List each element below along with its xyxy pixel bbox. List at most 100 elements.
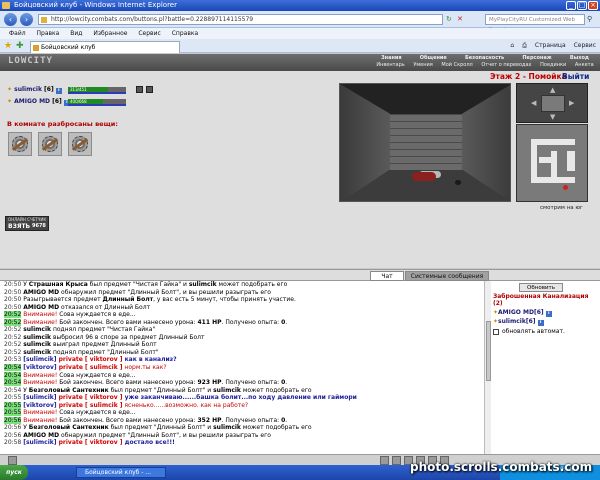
game-nav-link[interactable]: Инвентарь bbox=[376, 62, 404, 69]
game-nav-link[interactable]: Безопасность bbox=[465, 55, 504, 62]
effect-icon[interactable] bbox=[136, 86, 143, 93]
chat-time[interactable]: 20:52 bbox=[4, 349, 21, 356]
chat-scrollbar[interactable] bbox=[484, 281, 491, 454]
menu-tools[interactable]: Сервис bbox=[138, 30, 160, 37]
auto-refresh-label: обновлять автомат. bbox=[502, 328, 565, 335]
menu-help[interactable]: Справка bbox=[172, 30, 198, 37]
tool-icon[interactable] bbox=[380, 456, 389, 465]
favorites-star-icon[interactable]: ★ bbox=[4, 41, 12, 51]
tool-icon[interactable] bbox=[392, 456, 401, 465]
player-name[interactable]: sulimcik bbox=[14, 86, 42, 93]
floor-item[interactable] bbox=[8, 132, 32, 156]
chat-time[interactable]: 20:54 bbox=[4, 371, 22, 379]
chat-time[interactable]: 20:56 bbox=[4, 432, 21, 439]
chat-nick[interactable]: уже заканчиваю......башка болит...по ход… bbox=[123, 394, 357, 401]
player-name[interactable]: AMIGO MD bbox=[14, 98, 50, 105]
tool-icon[interactable] bbox=[8, 456, 17, 465]
tab-system-messages[interactable]: Системные сообщения bbox=[405, 271, 489, 281]
floor-item[interactable] bbox=[68, 132, 92, 156]
game-nav-link[interactable]: Умения bbox=[413, 62, 432, 69]
room-occupant[interactable]: ✦AMIGO MD[6] i bbox=[493, 309, 552, 317]
forward-arrow-icon[interactable]: › bbox=[20, 13, 33, 26]
chat-time[interactable]: 20:54 bbox=[4, 387, 21, 394]
game-nav-link[interactable]: Персонаж bbox=[522, 55, 551, 62]
room-occupant[interactable]: ✦sulimcik[6] i bbox=[493, 318, 544, 326]
turn-left-icon[interactable]: ◀ bbox=[531, 99, 536, 107]
move-back-icon[interactable]: ▼ bbox=[550, 113, 555, 121]
taskbar-window-button[interactable]: Бойцовский клуб - ... bbox=[76, 467, 166, 478]
chat-time[interactable]: 20:52 bbox=[4, 311, 22, 319]
chat-nick[interactable]: [sulimcik] bbox=[23, 439, 56, 446]
browser-tab[interactable]: Бойцовский клуб bbox=[30, 41, 180, 53]
floor-item[interactable] bbox=[38, 132, 62, 156]
back-arrow-icon[interactable]: ‹ bbox=[4, 13, 17, 26]
chat-time[interactable]: 20:55 bbox=[4, 394, 21, 401]
game-nav-link[interactable]: Анкета bbox=[575, 62, 594, 69]
chat-nick: AMIGO MD bbox=[23, 288, 60, 296]
chat-time[interactable]: 20:53 bbox=[4, 356, 21, 363]
chat-time[interactable]: 20:52 bbox=[4, 341, 21, 348]
monster-icon[interactable] bbox=[455, 180, 461, 185]
dungeon-view[interactable] bbox=[339, 83, 511, 202]
game-nav-link[interactable]: Выход bbox=[570, 55, 589, 62]
maximize-icon[interactable]: □ bbox=[577, 1, 587, 10]
chat-text: Бой закончен. Всего вами нанесено урона: bbox=[57, 379, 198, 387]
url-field[interactable]: http://lowcity.combats.com/buttons.pl?ba… bbox=[38, 14, 443, 25]
stop-icon[interactable]: ✕ bbox=[457, 14, 467, 25]
chat-nick[interactable]: [sulimcik] bbox=[23, 394, 56, 401]
game-nav-link[interactable]: Поединки bbox=[540, 62, 566, 69]
turn-right-icon[interactable]: ▶ bbox=[569, 99, 574, 107]
home-icon[interactable]: ⌂ bbox=[510, 42, 514, 49]
menu-edit[interactable]: Правка bbox=[37, 30, 60, 37]
chat-nick[interactable]: как в канализ? bbox=[123, 356, 177, 363]
chat-nick[interactable]: достало все!!! bbox=[123, 439, 175, 446]
chat-time[interactable]: 20:50 bbox=[4, 304, 21, 311]
chat-time[interactable]: 20:55 bbox=[4, 401, 22, 409]
chat-time[interactable]: 20:52 bbox=[4, 326, 21, 333]
tools-menu[interactable]: Сервис bbox=[574, 42, 596, 49]
chat-time[interactable]: 20:54 bbox=[4, 379, 22, 387]
move-forward-icon[interactable]: ▲ bbox=[550, 86, 555, 94]
game-nav-link[interactable]: Отчет о переводах bbox=[481, 62, 531, 69]
game-nav-link[interactable]: Мой Скролл bbox=[441, 62, 472, 69]
chat-line: 20:52 sulimcik поднял предмет "Длинный Б… bbox=[4, 349, 484, 357]
chat-time[interactable]: 20:50 bbox=[4, 281, 21, 288]
chat-time[interactable]: 20:52 bbox=[4, 334, 21, 341]
info-icon[interactable]: i bbox=[55, 88, 62, 94]
online-counter[interactable]: ОНЛАЙН СЧЕТЧИК ВЗЯТЬ 9678 bbox=[5, 216, 49, 231]
auto-refresh-checkbox[interactable] bbox=[493, 329, 499, 335]
refresh-icon[interactable]: ↻ bbox=[446, 14, 456, 25]
chat-time[interactable]: 20:50 bbox=[4, 296, 21, 303]
close-icon[interactable]: × bbox=[588, 1, 598, 10]
info-icon[interactable]: i bbox=[537, 320, 544, 326]
menu-view[interactable]: Вид bbox=[70, 30, 82, 37]
chat-time[interactable]: 20:56 bbox=[4, 416, 22, 424]
chat-nick[interactable]: [viktorov] bbox=[23, 364, 56, 371]
info-icon[interactable]: i bbox=[545, 311, 552, 317]
page-menu[interactable]: Страница bbox=[535, 42, 566, 49]
menu-favorites[interactable]: Избранное bbox=[93, 30, 127, 37]
chat-line: 20:55 [viktorov] private [ sulimcik ] яс… bbox=[4, 401, 484, 410]
game-nav-link[interactable]: Общение bbox=[420, 55, 447, 62]
minimize-icon[interactable]: _ bbox=[566, 1, 576, 10]
refresh-button[interactable]: Обновить bbox=[519, 283, 563, 292]
exit-link[interactable]: Выйти bbox=[562, 72, 589, 81]
start-button[interactable]: пуск bbox=[0, 465, 28, 480]
menu-file[interactable]: Файл bbox=[9, 30, 26, 37]
chat-time[interactable]: 20:54 bbox=[4, 364, 22, 372]
chat-time[interactable]: 20:52 bbox=[4, 318, 22, 326]
chat-time[interactable]: 20:58 bbox=[4, 439, 21, 446]
chat-nick[interactable]: [sulimcik] bbox=[23, 356, 56, 363]
corpse-icon[interactable] bbox=[412, 172, 436, 181]
search-input[interactable]: MyPlayCityRU Customized Web Search bbox=[485, 14, 585, 33]
chat-time[interactable]: 20:55 bbox=[4, 409, 22, 417]
chat-time[interactable]: 20:56 bbox=[4, 424, 21, 431]
search-icon[interactable]: ⚲ bbox=[587, 14, 597, 25]
print-icon[interactable]: ⎙ bbox=[522, 42, 527, 49]
add-favorites-icon[interactable]: ✚ bbox=[16, 41, 24, 51]
chat-time[interactable]: 20:50 bbox=[4, 289, 21, 296]
game-nav-link[interactable]: Знания bbox=[381, 55, 402, 62]
chat-nick[interactable]: [viktorov] bbox=[23, 402, 56, 409]
tab-chat[interactable]: Чат bbox=[370, 271, 404, 281]
effect-icon[interactable] bbox=[146, 86, 153, 93]
